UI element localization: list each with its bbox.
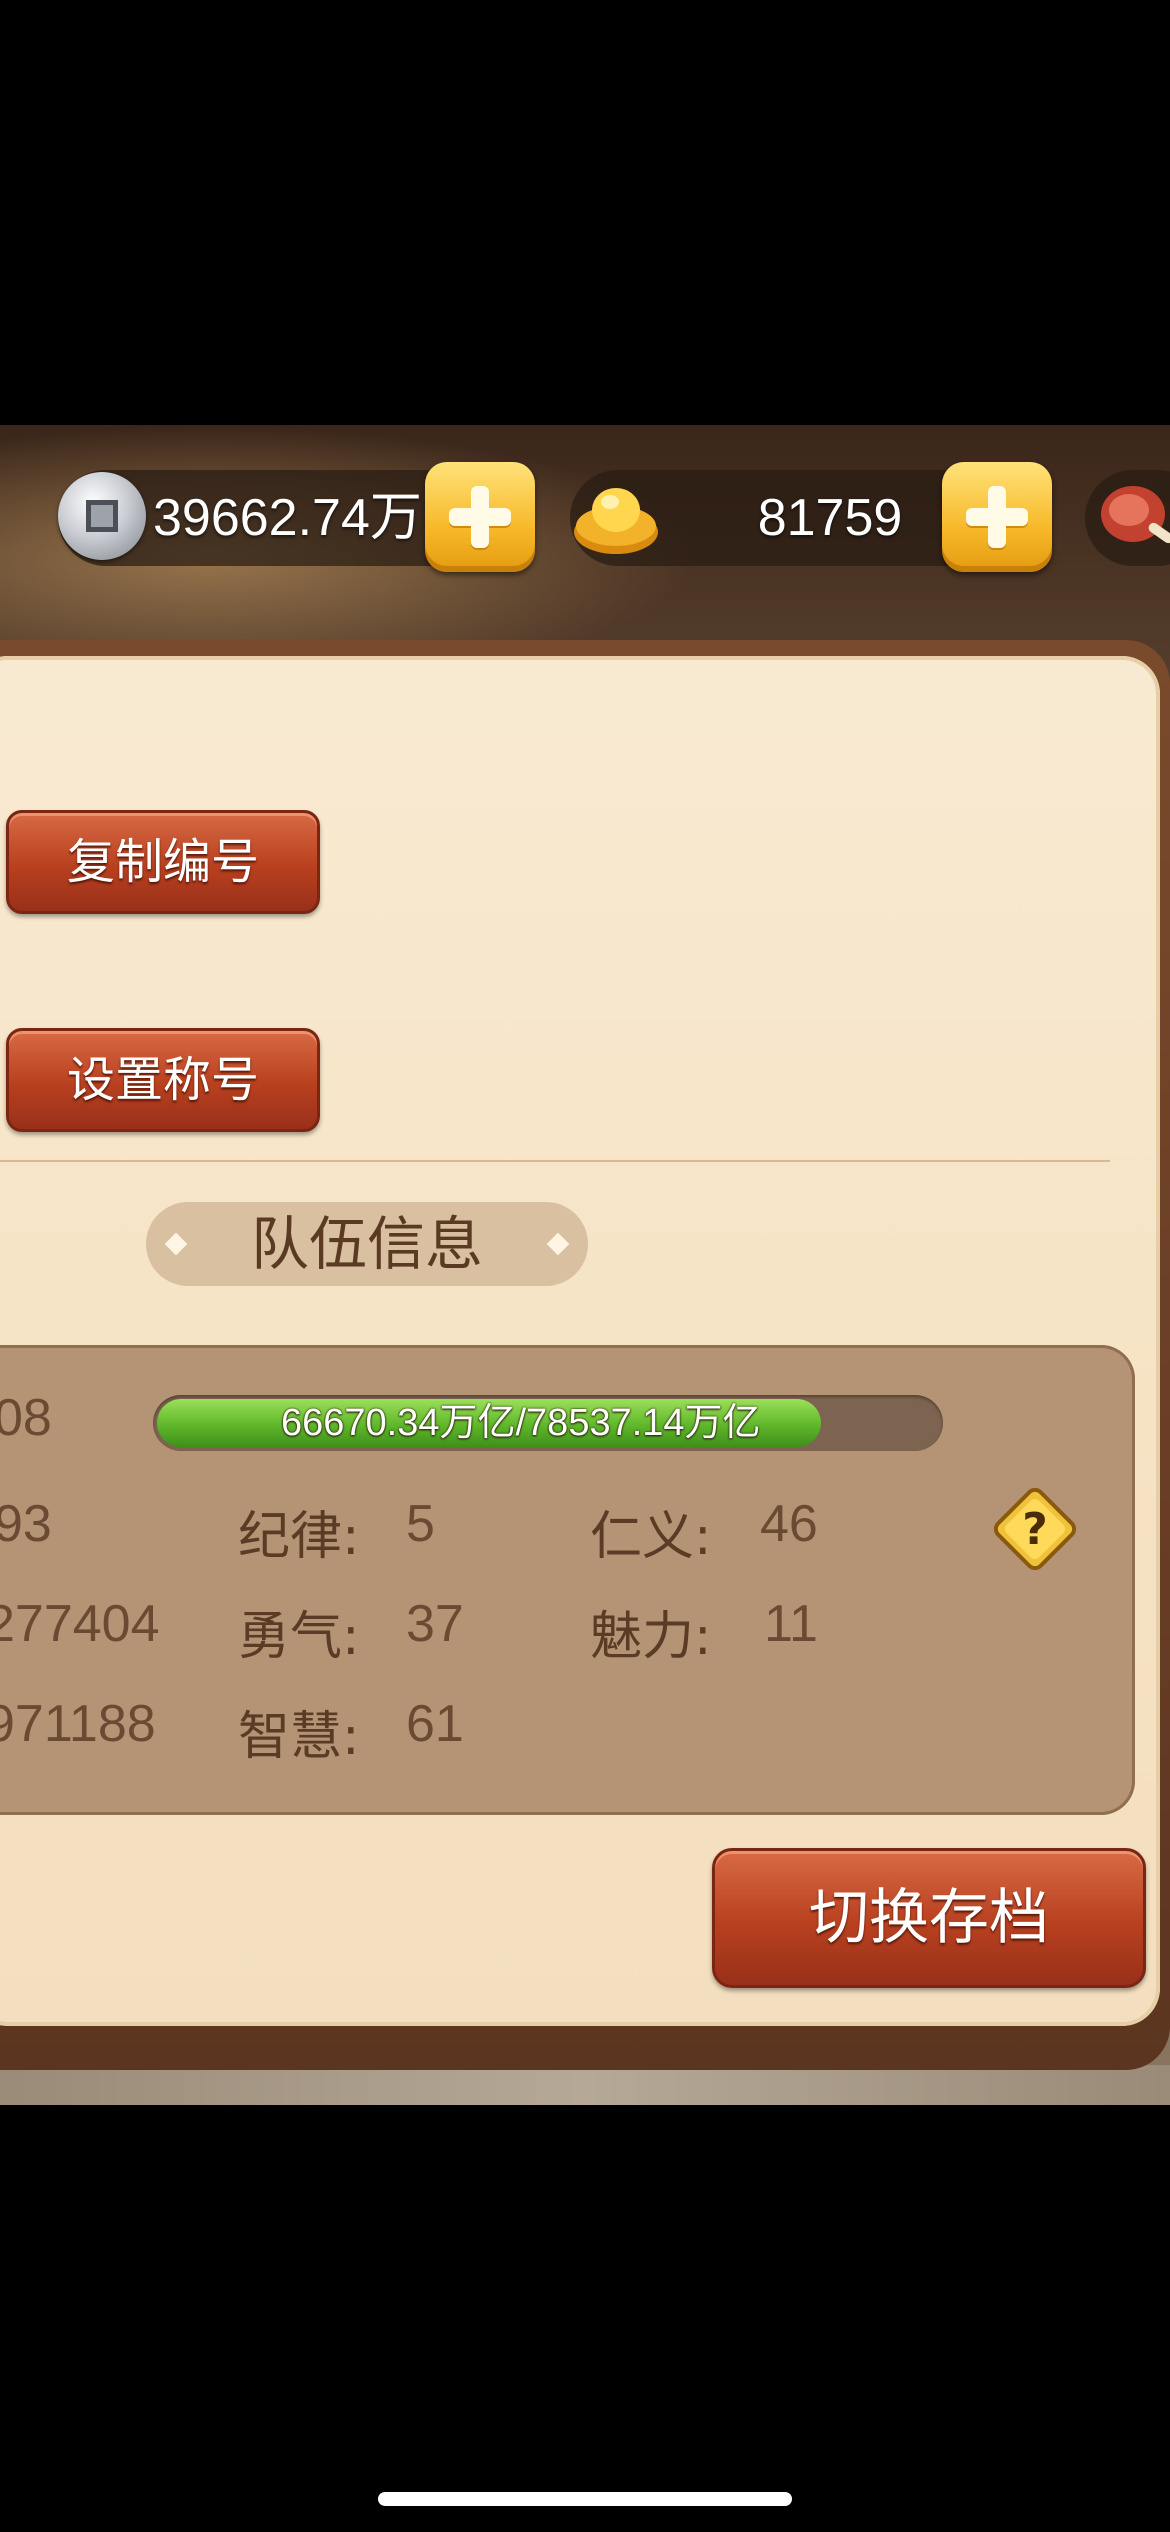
discipline-value: 5	[406, 1495, 435, 1553]
panel-divider	[0, 1160, 1110, 1162]
silver-currency-display: 39662.74万	[58, 462, 535, 572]
background-bottom-strip	[0, 2065, 1170, 2105]
help-question-icon[interactable]: ?	[988, 1482, 1082, 1576]
left-stat-value: 277404	[0, 1595, 160, 1653]
copy-id-button[interactable]: 复制编号	[6, 810, 320, 914]
left-stat-value: 971188	[0, 1695, 156, 1753]
hp-progress-bar: 66670.34万亿/78537.14万亿	[153, 1395, 943, 1451]
wisdom-label: 智慧:	[238, 1707, 360, 1767]
gold-value: 81759	[757, 489, 903, 547]
benevolence-label: 仁义:	[590, 1507, 712, 1567]
charm-label: 魅力:	[590, 1607, 712, 1667]
food-currency-display	[1085, 470, 1170, 566]
discipline-label: 纪律:	[238, 1507, 360, 1567]
home-indicator[interactable]	[378, 2492, 792, 2506]
team-info-header: 队伍信息	[146, 1202, 588, 1286]
hp-progress-text: 66670.34万亿/78537.14万亿	[281, 1402, 761, 1444]
courage-value: 37	[406, 1595, 464, 1653]
svg-text:?: ?	[1022, 1504, 1048, 1555]
courage-label: 勇气:	[238, 1607, 360, 1667]
silver-coin-icon	[58, 472, 146, 560]
wisdom-value: 61	[406, 1695, 464, 1753]
charm-value: 11	[764, 1595, 818, 1653]
benevolence-value: 46	[760, 1495, 818, 1553]
add-gold-button[interactable]	[942, 462, 1052, 572]
meat-icon	[1101, 486, 1170, 544]
gold-ingot-icon	[574, 488, 658, 554]
left-stat-value: 93	[0, 1495, 52, 1553]
team-info-title: 队伍信息	[250, 1210, 483, 1278]
left-stat-value: 08	[0, 1389, 52, 1447]
silver-value: 39662.74万	[153, 489, 422, 547]
set-title-button[interactable]: 设置称号	[6, 1028, 320, 1132]
add-silver-button[interactable]	[425, 462, 535, 572]
gold-currency-display: 81759	[570, 462, 1052, 572]
tag-right-diamond	[546, 1232, 570, 1256]
tag-left-diamond	[164, 1232, 188, 1256]
switch-save-button[interactable]: 切换存档	[712, 1848, 1146, 1988]
